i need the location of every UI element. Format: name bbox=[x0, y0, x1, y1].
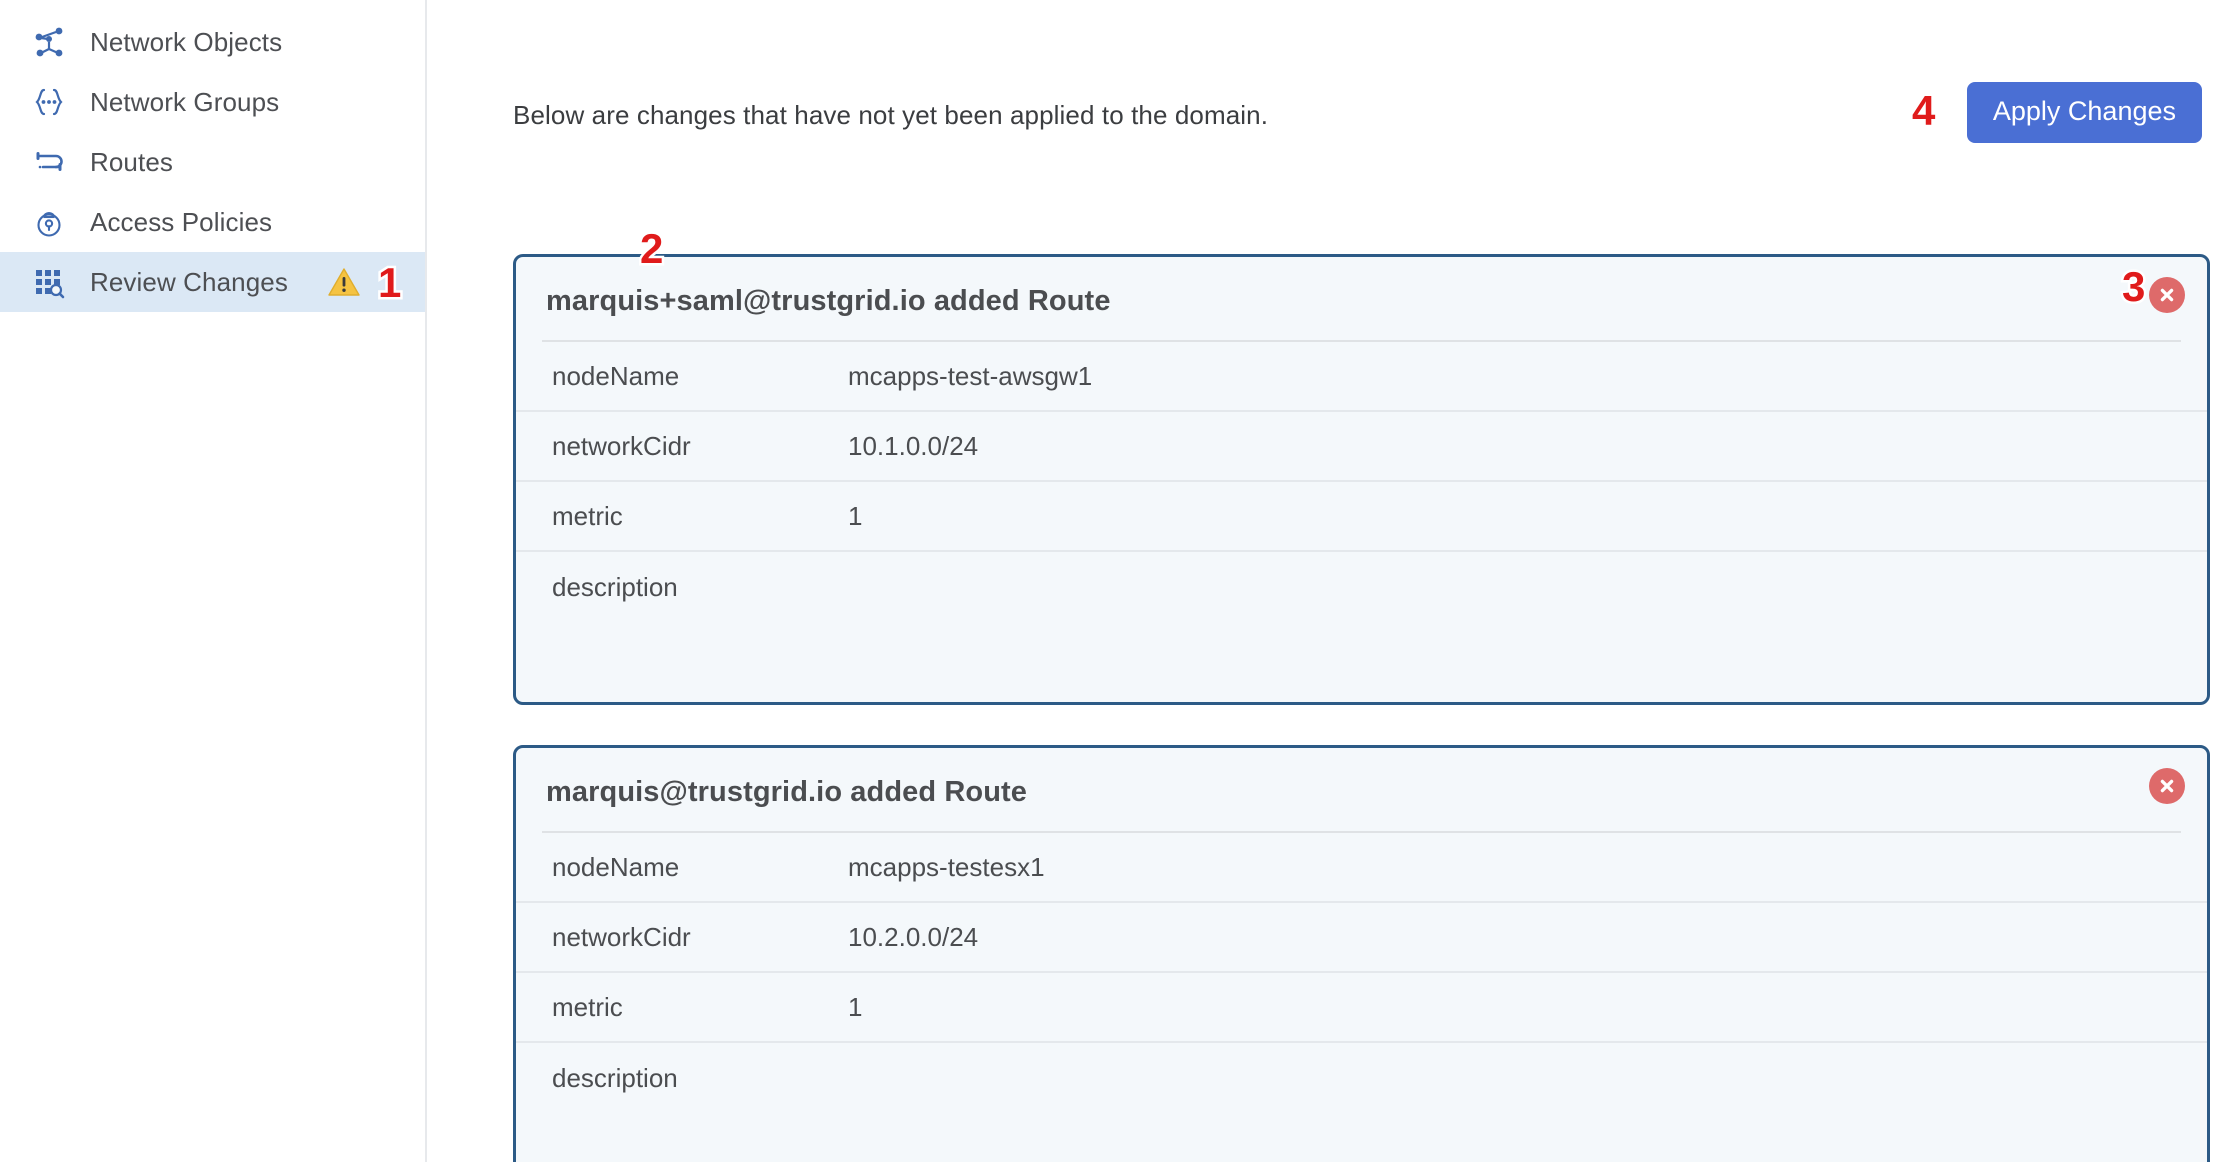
annotation-marker-2: 2 bbox=[637, 225, 665, 272]
annotation-marker-3: 3 bbox=[2119, 263, 2147, 310]
changes-list: marquis+saml@trustgrid.io added Route no… bbox=[427, 254, 2220, 1162]
detail-key: nodeName bbox=[552, 851, 680, 882]
apply-changes-button[interactable]: Apply Changes bbox=[1966, 81, 2202, 143]
detail-key: description bbox=[552, 1062, 678, 1093]
review-changes-page: Network Objects Network Groups Routes Ac… bbox=[0, 0, 2220, 1162]
network-objects-icon bbox=[30, 23, 68, 61]
change-detail-table: nodeName mcapps-test-awsgw1 networkCidr … bbox=[516, 342, 2207, 622]
detail-value: 10.2.0.0/24 bbox=[848, 921, 979, 952]
network-groups-icon bbox=[30, 83, 68, 121]
page-description: Below are changes that have not yet been… bbox=[513, 99, 1269, 130]
change-card-title: marquis+saml@trustgrid.io added Route bbox=[546, 285, 1111, 317]
annotation-marker-4: 4 bbox=[1909, 87, 1937, 134]
detail-value: mcapps-test-awsgw1 bbox=[848, 360, 1093, 391]
access-policies-icon bbox=[30, 203, 68, 241]
sidebar-item-label: Network Objects bbox=[90, 26, 283, 57]
routes-icon bbox=[30, 143, 68, 181]
table-row: description bbox=[516, 1043, 2207, 1113]
sidebar-item-label: Routes bbox=[90, 146, 173, 177]
table-row: networkCidr 10.1.0.0/24 bbox=[516, 412, 2207, 482]
change-card: marquis@trustgrid.io added Route nodeNam… bbox=[513, 745, 2210, 1162]
change-card-header: marquis@trustgrid.io added Route bbox=[516, 748, 2207, 831]
page-header: Below are changes that have not yet been… bbox=[427, 0, 2220, 160]
change-card-title: marquis@trustgrid.io added Route bbox=[546, 776, 1028, 808]
close-circle-icon[interactable] bbox=[2149, 277, 2185, 313]
review-changes-icon bbox=[30, 263, 68, 301]
sidebar-item-routes[interactable]: Routes bbox=[0, 132, 425, 192]
sidebar-item-review-changes[interactable]: Review Changes bbox=[0, 252, 425, 312]
change-card: marquis+saml@trustgrid.io added Route no… bbox=[513, 254, 2210, 705]
detail-value: 1 bbox=[848, 991, 863, 1022]
detail-value: mcapps-testesx1 bbox=[848, 851, 1045, 882]
table-row: metric 1 bbox=[516, 973, 2207, 1043]
detail-key: description bbox=[552, 571, 678, 602]
detail-key: networkCidr bbox=[552, 430, 691, 461]
table-row: metric 1 bbox=[516, 482, 2207, 552]
detail-key: metric bbox=[552, 991, 623, 1022]
detail-value: 10.1.0.0/24 bbox=[848, 430, 979, 461]
detail-value: 1 bbox=[848, 500, 863, 531]
table-row: nodeName mcapps-test-awsgw1 bbox=[516, 342, 2207, 412]
table-row: networkCidr 10.2.0.0/24 bbox=[516, 903, 2207, 973]
sidebar-item-label: Access Policies bbox=[90, 206, 273, 237]
detail-key: networkCidr bbox=[552, 921, 691, 952]
detail-key: metric bbox=[552, 500, 623, 531]
table-row: description bbox=[516, 552, 2207, 622]
sidebar-item-network-groups[interactable]: Network Groups bbox=[0, 72, 425, 132]
card-footer-space bbox=[516, 1113, 2207, 1162]
change-detail-table: nodeName mcapps-testesx1 networkCidr 10.… bbox=[516, 833, 2207, 1113]
main-content: Below are changes that have not yet been… bbox=[427, 0, 2220, 1162]
sidebar-item-network-objects[interactable]: Network Objects bbox=[0, 12, 425, 72]
annotation-marker-1: 1 bbox=[375, 259, 403, 306]
close-circle-icon[interactable] bbox=[2149, 768, 2185, 804]
sidebar-item-label: Review Changes bbox=[90, 266, 288, 297]
card-footer-space bbox=[516, 622, 2207, 702]
table-row: nodeName mcapps-testesx1 bbox=[516, 833, 2207, 903]
sidebar-navigation: Network Objects Network Groups Routes Ac… bbox=[0, 0, 427, 1162]
detail-key: nodeName bbox=[552, 360, 680, 391]
sidebar-item-access-policies[interactable]: Access Policies bbox=[0, 192, 425, 252]
change-card-header: marquis+saml@trustgrid.io added Route bbox=[516, 257, 2207, 340]
warning-triangle-icon bbox=[328, 266, 360, 298]
sidebar-item-label: Network Groups bbox=[90, 86, 280, 117]
